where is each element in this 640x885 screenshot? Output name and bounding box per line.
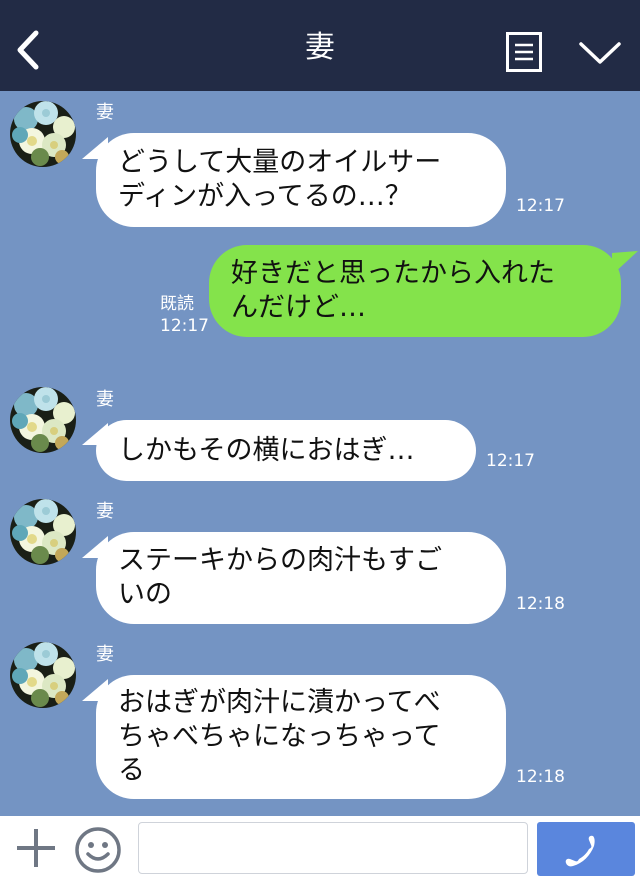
message-input[interactable]	[138, 822, 528, 874]
chat-title: 妻	[305, 30, 335, 65]
call-button[interactable]	[537, 822, 635, 876]
avatar[interactable]	[10, 387, 76, 453]
chevron-down-icon	[579, 42, 621, 64]
plus-icon	[17, 829, 55, 867]
menu-icon	[506, 32, 542, 72]
message-text: おはぎが肉汁に漬かってべ ちゃべちゃになっちゃって る	[118, 687, 441, 786]
sender-name: 妻	[96, 389, 114, 410]
phone-icon	[565, 835, 595, 867]
message-text: しかもその横におはぎ…	[118, 434, 415, 466]
expand-button[interactable]	[578, 38, 622, 68]
message-text: ステーキからの肉汁もすご いの	[118, 545, 442, 610]
chat-header: 妻	[0, 0, 640, 91]
message-time: 12:17	[160, 316, 209, 336]
message-time: 12:17	[486, 451, 535, 471]
message-time: 12:18	[516, 767, 565, 787]
message-text: どうして大量のオイルサー ディンが入ってるの…？	[118, 147, 442, 212]
message-bubble[interactable]: どうして大量のオイルサー ディンが入ってるの…？	[96, 133, 506, 227]
emoji-button[interactable]	[74, 826, 122, 874]
add-attachment-button[interactable]	[14, 826, 58, 870]
read-receipt: 既読	[160, 294, 194, 314]
message-time: 12:18	[516, 594, 565, 614]
message-bubble[interactable]: おはぎが肉汁に漬かってべ ちゃべちゃになっちゃって る	[96, 675, 506, 799]
avatar[interactable]	[10, 499, 76, 565]
message-bubble[interactable]: しかもその横におはぎ…	[96, 420, 476, 481]
sender-name: 妻	[96, 644, 114, 665]
message-time: 12:17	[516, 196, 565, 216]
sender-name: 妻	[96, 501, 114, 522]
message-text: 好きだと思ったから入れた んだけど…	[231, 258, 555, 323]
chat-area[interactable]: 妻 どうして大量のオイルサー ディンが入ってるの…？ 12:17 既読 12:1…	[0, 91, 640, 816]
avatar[interactable]	[10, 101, 76, 167]
message-bubble[interactable]: 好きだと思ったから入れた んだけど…	[209, 245, 621, 337]
message-bubble[interactable]: ステーキからの肉汁もすご いの	[96, 532, 506, 624]
smiley-icon	[75, 827, 121, 873]
menu-button[interactable]	[506, 32, 542, 72]
sender-name: 妻	[96, 102, 114, 123]
avatar[interactable]	[10, 642, 76, 708]
input-bar	[0, 816, 640, 885]
